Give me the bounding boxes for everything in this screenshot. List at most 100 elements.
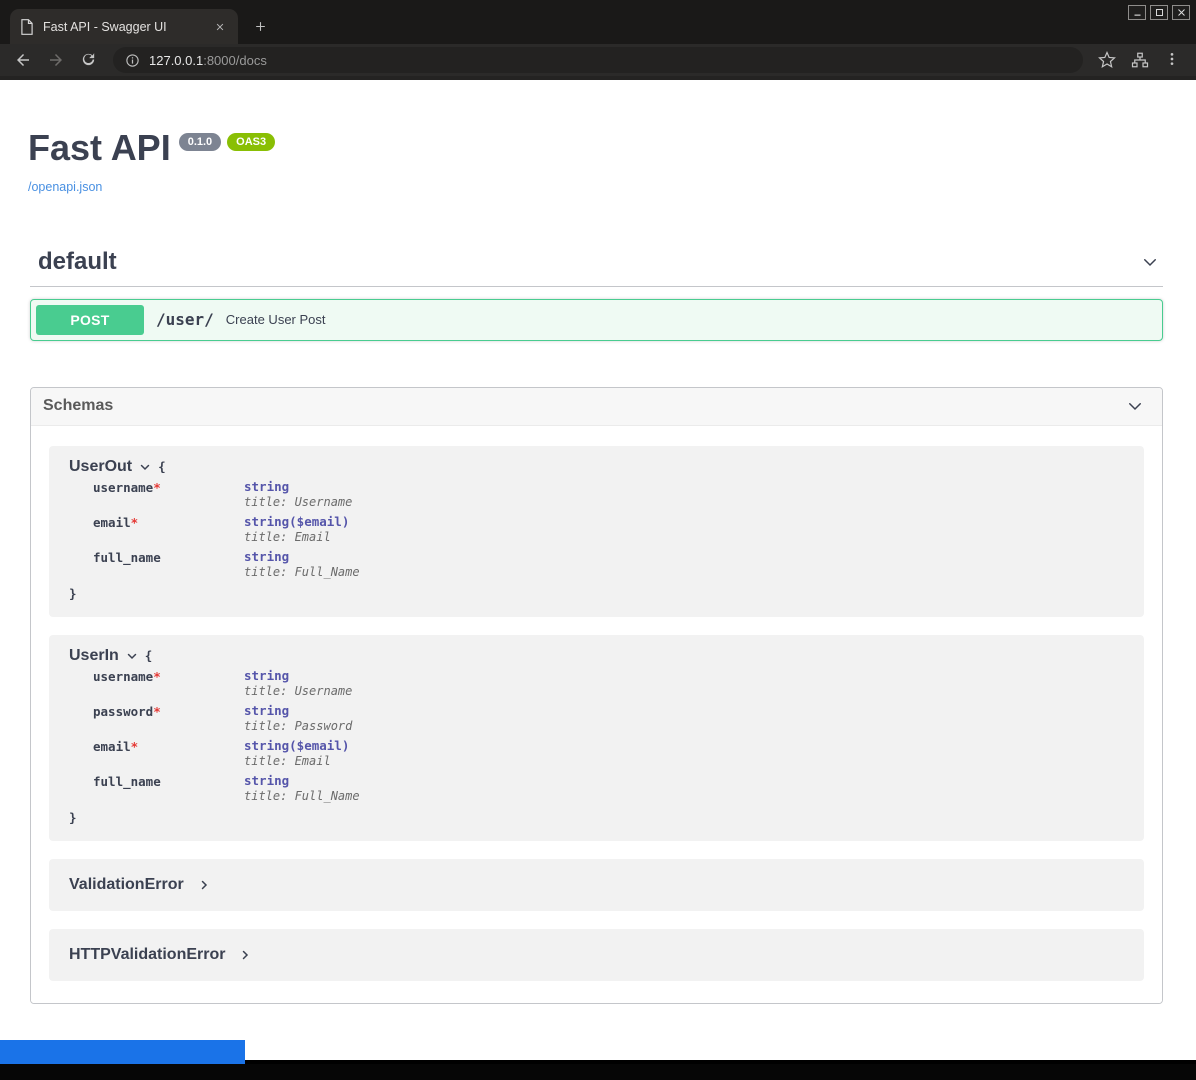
schemas-title: Schemas [43,397,113,415]
bookmark-star-icon[interactable] [1098,51,1116,69]
property-title: title: Username [244,684,352,698]
opblock-post-user[interactable]: POST /user/ Create User Post [30,299,1163,341]
close-button[interactable] [1172,5,1190,20]
property-name: full_name [93,774,244,803]
post-method-badge[interactable]: POST [36,305,144,335]
version-badge: 0.1.0 [179,133,221,151]
property-row: password* string title: Password [69,704,1128,733]
model-httpvalidationerror[interactable]: HTTPValidationError [49,929,1144,981]
property-type: string [244,669,352,683]
operation-path: /user/ [156,310,214,329]
close-brace: } [69,810,77,825]
chevron-down-icon[interactable] [139,461,151,473]
property-row: full_name string title: Full_Name [69,774,1128,803]
chevron-down-icon[interactable] [126,650,138,662]
browser-tab[interactable]: Fast API - Swagger UI [10,9,238,44]
back-icon[interactable] [14,51,32,69]
property-name: username* [93,669,244,698]
model-userout: UserOut { username* string title: Userna… [49,446,1144,617]
property-detail: string title: Username [244,480,352,509]
page-title: Fast API [28,128,171,168]
document-icon [20,19,34,35]
swagger-page: Fast API 0.1.0 OAS3 /openapi.json defaul… [0,80,1196,1060]
property-title: title: Full_Name [244,789,360,803]
property-title: title: Full_Name [244,565,360,579]
open-brace: { [145,648,153,663]
property-detail: string title: Full_Name [244,550,360,579]
property-detail: string($email) title: Email [244,515,349,544]
property-name: email* [93,515,244,544]
model-properties: username* string title: Username passwor… [69,669,1128,803]
model-title: ValidationError [69,876,184,894]
property-row: full_name string title: Full_Name [69,550,1128,579]
tag-section-default[interactable]: default [30,236,1163,287]
kebab-menu-icon[interactable] [1164,51,1182,69]
info-icon[interactable] [125,53,140,68]
status-popup [0,1040,245,1064]
property-row: email* string($email) title: Email [69,515,1128,544]
url-text[interactable]: 127.0.0.1:8000/docs [149,53,267,68]
window-controls [1128,5,1190,20]
required-star: * [131,515,139,530]
property-name: email* [93,739,244,768]
property-type: string($email) [244,739,349,753]
browser-window: Fast API - Swagger UI [0,0,1196,1080]
model-title: UserIn [69,647,119,665]
maximize-button[interactable] [1150,5,1168,20]
property-title: title: Email [244,530,349,544]
url-path: :8000/docs [203,53,267,68]
property-row: username* string title: Username [69,480,1128,509]
model-title: UserOut [69,458,132,476]
minimize-button[interactable] [1128,5,1146,20]
model-userin: UserIn { username* string title: Usernam… [49,635,1144,841]
model-userin-header[interactable]: UserIn { [69,647,1128,665]
browser-toolbar: 127.0.0.1:8000/docs [0,44,1196,80]
badges: 0.1.0 OAS3 [179,133,275,151]
new-tab-button[interactable] [246,12,274,40]
property-detail: string title: Username [244,669,352,698]
forward-icon[interactable] [47,51,65,69]
chevron-down-icon[interactable] [1126,397,1144,415]
property-type: string($email) [244,515,349,529]
schemas-header[interactable]: Schemas [31,388,1162,426]
address-bar[interactable]: 127.0.0.1:8000/docs [113,47,1083,73]
model-validationerror[interactable]: ValidationError [49,859,1144,911]
property-type: string [244,480,352,494]
open-brace: { [158,459,166,474]
api-info: Fast API 0.1.0 OAS3 /openapi.json [0,80,1196,196]
property-title: title: Password [244,719,352,733]
api-title-row: Fast API 0.1.0 OAS3 [28,128,1168,168]
model-userout-header[interactable]: UserOut { [69,458,1128,476]
tab-groups-icon[interactable] [1131,51,1149,69]
operation-summary: Create User Post [226,312,326,327]
property-name: username* [93,480,244,509]
required-star: * [153,704,161,719]
property-name: full_name [93,550,244,579]
window-bottom-edge [0,1064,1196,1080]
schemas-body: UserOut { username* string title: Userna… [31,426,1162,1003]
required-star: * [153,480,161,495]
schemas-section: Schemas UserOut { [30,387,1163,1004]
property-name: password* [93,704,244,733]
property-title: title: Email [244,754,349,768]
property-detail: string title: Password [244,704,352,733]
openapi-spec-link[interactable]: /openapi.json [28,180,102,194]
property-type: string [244,550,360,564]
chevron-right-icon[interactable] [239,949,251,961]
tab-strip: Fast API - Swagger UI [0,0,1196,44]
tab-title: Fast API - Swagger UI [43,20,203,34]
tag-title: default [38,248,117,276]
reload-icon[interactable] [80,51,98,69]
oas3-badge: OAS3 [227,133,275,151]
required-star: * [131,739,139,754]
property-title: title: Username [244,495,352,509]
url-host: 127.0.0.1 [149,53,203,68]
tab-close-icon[interactable] [212,19,228,35]
property-row: username* string title: Username [69,669,1128,698]
chevron-right-icon[interactable] [198,879,210,891]
required-star: * [153,669,161,684]
property-detail: string($email) title: Email [244,739,349,768]
chevron-down-icon[interactable] [1141,253,1159,271]
model-title: HTTPValidationError [69,946,225,964]
property-type: string [244,774,360,788]
